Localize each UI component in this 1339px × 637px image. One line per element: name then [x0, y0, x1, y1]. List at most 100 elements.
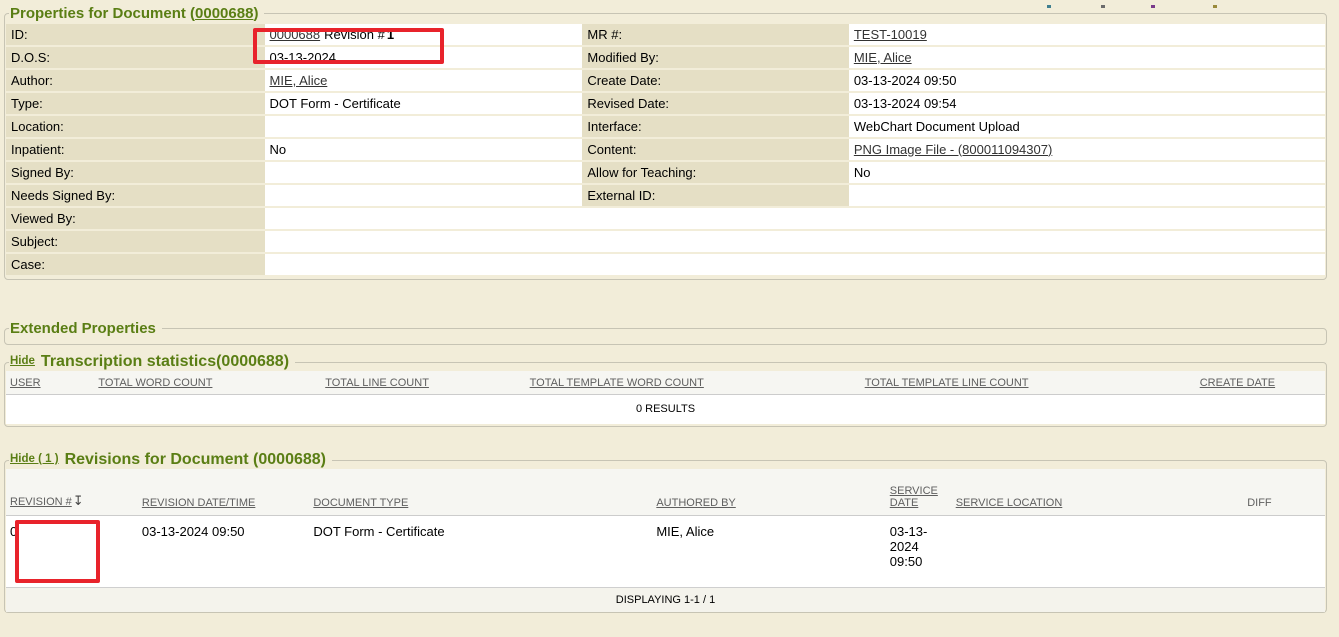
revision-diff-cell: [1243, 516, 1325, 588]
property-label-allow-teaching: Allow for Teaching:: [582, 162, 848, 183]
property-row-needs-signed-by: Needs Signed By: External ID:: [6, 185, 1325, 206]
revision-service-date-cell: 03-13-2024 09:50: [886, 516, 952, 588]
revision-label-text: Revision #: [324, 27, 385, 42]
property-label-type: Type:: [6, 93, 265, 114]
property-row-dos: D.O.S: 03-13-2024 Modified By: MIE, Alic…: [6, 47, 1325, 68]
property-value-location: [265, 116, 583, 137]
property-value-inpatient: No: [265, 139, 583, 160]
column-header-total-template-line-count[interactable]: TOTAL TEMPLATE LINE COUNT: [861, 371, 1196, 395]
property-label-subject: Subject:: [6, 231, 265, 252]
column-header-total-word-count[interactable]: TOTAL WORD COUNT: [94, 371, 321, 395]
column-header-revision-datetime[interactable]: REVISION DATE/TIME: [138, 469, 309, 516]
revisions-hide-link[interactable]: Hide ( 1 ): [10, 453, 59, 465]
property-row-case: Case:: [6, 254, 1325, 275]
properties-table: ID: 0000688Revision #1 MR #: TEST-10019 …: [6, 22, 1325, 277]
property-row-author: Author: MIE, Alice Create Date: 03-13-20…: [6, 70, 1325, 91]
column-header-authored-by[interactable]: AUTHORED BY: [652, 469, 885, 516]
sort-descending-icon: ↧: [73, 493, 84, 508]
revision-document-type-cell: DOT Form - Certificate: [309, 516, 652, 588]
property-value-viewed-by: [265, 208, 1325, 229]
property-label-signed-by: Signed By:: [6, 162, 265, 183]
revision-datetime-cell: 03-13-2024 09:50: [138, 516, 309, 588]
column-header-revision-number[interactable]: REVISION #↧: [6, 469, 138, 516]
revisions-legend: Hide ( 1 ) Revisions for Document (000068…: [9, 451, 332, 469]
transcription-hide-link[interactable]: Hide: [10, 355, 35, 367]
property-label-inpatient: Inpatient:: [6, 139, 265, 160]
property-row-viewed-by: Viewed By:: [6, 208, 1325, 229]
revision-table-row: 0 03-13-2024 09:50 DOT Form - Certificat…: [6, 516, 1325, 588]
column-header-total-line-count[interactable]: TOTAL LINE COUNT: [321, 371, 525, 395]
property-value-create-date: 03-13-2024 09:50: [849, 70, 1325, 91]
column-header-service-date[interactable]: SERVICE DATE: [886, 469, 952, 516]
property-row-subject: Subject:: [6, 231, 1325, 252]
property-value-type: DOT Form - Certificate: [265, 93, 583, 114]
property-value-external-id: [849, 185, 1325, 206]
property-label-interface: Interface:: [582, 116, 848, 137]
property-label-dos: D.O.S:: [6, 47, 265, 68]
content-file-link[interactable]: PNG Image File - (800011094307): [854, 142, 1052, 157]
property-row-id: ID: 0000688Revision #1 MR #: TEST-10019: [6, 24, 1325, 45]
extended-properties-title: Extended Properties: [9, 320, 162, 337]
property-row-type: Type: DOT Form - Certificate Revised Dat…: [6, 93, 1325, 114]
property-value-signed-by: [265, 162, 583, 183]
mr-number-link[interactable]: TEST-10019: [854, 27, 927, 42]
extended-properties-section: Extended Properties: [4, 320, 1327, 345]
property-value-id: 0000688Revision #1: [265, 24, 583, 45]
transcription-statistics-table: USER TOTAL WORD COUNT TOTAL LINE COUNT T…: [6, 371, 1325, 424]
revisions-header-row: REVISION #↧ REVISION DATE/TIME DOCUMENT …: [6, 469, 1325, 516]
revisions-footer-row: DISPLAYING 1-1 / 1: [6, 588, 1325, 613]
property-value-case: [265, 254, 1325, 275]
property-value-allow-teaching: No: [849, 162, 1325, 183]
properties-section-title: Properties for Document (0000688): [9, 5, 264, 22]
clipped-content-artifact: [1151, 5, 1155, 8]
property-label-case: Case:: [6, 254, 265, 275]
document-id-link[interactable]: 0000688: [270, 27, 321, 42]
property-value-revised-date: 03-13-2024 09:54: [849, 93, 1325, 114]
transcription-statistics-title: Transcription statistics(0000688): [41, 353, 289, 370]
property-value-content: PNG Image File - (800011094307): [849, 139, 1325, 160]
clipped-content-artifact: [1101, 5, 1105, 8]
properties-title-document-id-link[interactable]: 0000688: [195, 5, 253, 22]
column-header-document-type[interactable]: DOCUMENT TYPE: [309, 469, 652, 516]
column-header-total-template-word-count[interactable]: TOTAL TEMPLATE WORD COUNT: [526, 371, 861, 395]
property-value-dos: 03-13-2024: [265, 47, 583, 68]
transcription-empty-row: 0 RESULTS: [6, 395, 1325, 425]
property-value-needs-signed-by: [265, 185, 583, 206]
property-value-author: MIE, Alice: [265, 70, 583, 91]
revisions-title: Revisions for Document (0000688): [65, 451, 326, 468]
property-row-signed-by: Signed By: Allow for Teaching: No: [6, 162, 1325, 183]
column-header-create-date[interactable]: CREATE DATE: [1196, 371, 1325, 395]
column-header-service-location[interactable]: SERVICE LOCATION: [952, 469, 1243, 516]
property-label-revised-date: Revised Date:: [582, 93, 848, 114]
property-value-mr: TEST-10019: [849, 24, 1325, 45]
property-label-id: ID:: [6, 24, 265, 45]
extended-properties-title-text: Extended Properties: [10, 320, 156, 337]
column-header-diff: DIFF: [1243, 469, 1325, 516]
column-header-user[interactable]: USER: [6, 371, 94, 395]
property-label-mr: MR #:: [582, 24, 848, 45]
properties-section: Properties for Document (0000688) ID: 00…: [4, 5, 1327, 280]
revision-authored-by-cell: MIE, Alice: [652, 516, 885, 588]
property-row-location: Location: Interface: WebChart Document U…: [6, 116, 1325, 137]
property-label-author: Author:: [6, 70, 265, 91]
revisions-section: Hide ( 1 ) Revisions for Document (000068…: [4, 451, 1327, 613]
clipped-content-artifact: [1047, 5, 1051, 8]
transcription-results-count: 0 RESULTS: [6, 395, 1325, 425]
author-link[interactable]: MIE, Alice: [270, 73, 328, 88]
property-label-create-date: Create Date:: [582, 70, 848, 91]
revision-number-value: 1: [387, 27, 394, 42]
properties-title-suffix: ): [253, 5, 258, 22]
property-label-location: Location:: [6, 116, 265, 137]
property-label-external-id: External ID:: [582, 185, 848, 206]
modified-by-link[interactable]: MIE, Alice: [854, 50, 912, 65]
property-value-subject: [265, 231, 1325, 252]
property-value-interface: WebChart Document Upload: [849, 116, 1325, 137]
property-label-viewed-by: Viewed By:: [6, 208, 265, 229]
clipped-content-artifact: [1213, 5, 1217, 8]
transcription-statistics-section: Hide Transcription statistics(0000688) US…: [4, 353, 1327, 427]
property-label-content: Content:: [582, 139, 848, 160]
transcription-statistics-legend: Hide Transcription statistics(0000688): [9, 353, 295, 371]
property-value-modified-by: MIE, Alice: [849, 47, 1325, 68]
revision-service-location-cell: [952, 516, 1243, 588]
properties-title-prefix: Properties for Document (: [10, 5, 195, 22]
